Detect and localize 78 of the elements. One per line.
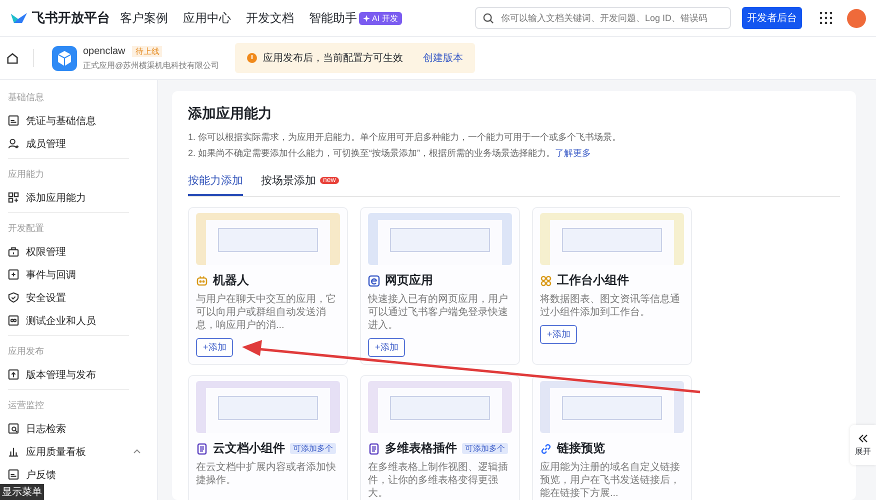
sidebar-item[interactable]: 权限管理 — [8, 240, 149, 263]
search-icon — [483, 12, 494, 24]
nav-link[interactable]: 应用中心 — [183, 10, 231, 26]
sidebar-item[interactable]: 安全设置 — [8, 286, 149, 309]
sidebar-item[interactable]: 凭证与基础信息 — [8, 109, 149, 132]
developer-console-button[interactable]: 开发者后台 — [742, 7, 802, 29]
multi-add-tag: 可添加多个 — [462, 443, 508, 454]
tab[interactable]: 按能力添加 — [188, 169, 243, 196]
logo-icon — [10, 11, 28, 25]
page-title: 添加应用能力 — [188, 105, 273, 123]
nav-link[interactable]: 智能助手 — [309, 10, 357, 26]
app-grid-icon[interactable] — [820, 12, 832, 24]
search-field[interactable]: 你可以输入文档关键词、开发问题、Log ID、错误码 — [475, 7, 731, 29]
nav-link[interactable]: 客户案例 — [120, 10, 168, 26]
app-subtitle: 正式应用@苏州横渠机电科技有限公司 — [83, 60, 220, 70]
create-version-link[interactable]: 创建版本 — [423, 51, 464, 65]
sidebar-item[interactable]: 日志检索 — [8, 417, 149, 440]
card-title: 多维表格插件 — [385, 440, 457, 457]
card-description: 将数据图表、图文资讯等信息通过小组件添加到工作台。 — [540, 293, 681, 319]
test-icon — [8, 315, 19, 326]
sidebar-group-title: 运营监控 — [8, 399, 45, 412]
home-icon[interactable] — [6, 52, 19, 64]
event-icon — [8, 269, 19, 280]
card-icon — [8, 115, 19, 126]
app-cube-icon — [52, 46, 77, 70]
grid-icon — [8, 192, 19, 203]
notice-text: 应用发布后，当前配置方可生效 — [263, 52, 404, 65]
sidebar-group-title: 应用发布 — [8, 345, 45, 358]
add-button[interactable]: +添加 — [368, 338, 406, 357]
card-title: 机器人 — [213, 272, 249, 289]
note-text: 2. 如果尚不确定需要添加什么能力，可切换至“按场景添加”，根据所需的业务场景选择能力。了解更多 — [188, 147, 592, 160]
user-avatar[interactable] — [847, 8, 866, 28]
sidebar-item[interactable]: 户反馈 — [8, 463, 149, 486]
expand-button[interactable]: 展开 — [850, 425, 876, 465]
card-description: 在多维表格上制作视图、逻辑插件，让你的多维表格变得更强大。 — [368, 461, 509, 500]
double-chevron-icon — [858, 434, 868, 442]
ai-badge: AI 开发 — [359, 12, 402, 24]
sidebar-item[interactable]: 添加应用能力 — [8, 186, 149, 209]
nav-link[interactable]: 开发文档 — [246, 10, 294, 26]
warning-icon — [247, 53, 258, 63]
log-icon — [8, 423, 19, 434]
chevron-icon[interactable] — [133, 449, 141, 454]
card-description: 在云文档中扩展内容或者添加快捷操作。 — [196, 461, 337, 487]
link-icon — [540, 442, 552, 454]
note-text: 1. 你可以根据实际需求，为应用开启能力。单个应用可开启多种能力，一个能力可用于一个或多个飞书场景。 — [188, 131, 622, 144]
sidebar-group-title: 基础信息 — [8, 91, 45, 104]
status-badge: 待上线 — [132, 46, 162, 56]
card-title: 云文档小组件 — [213, 440, 285, 457]
add-button[interactable]: +添加 — [540, 325, 578, 344]
widget-icon — [540, 274, 552, 286]
card-title: 链接预览 — [557, 440, 605, 457]
sidebar-item[interactable]: 测试企业和人员 — [8, 309, 149, 332]
sidebar-group-title: 开发配置 — [8, 222, 45, 235]
sidebar-item[interactable]: 应用质量看板 — [8, 440, 149, 463]
tooltip: 显示菜单 — [0, 484, 44, 500]
sidebar-item[interactable]: 事件与回调 — [8, 263, 149, 286]
multi-add-tag: 可添加多个 — [290, 443, 336, 454]
learn-more-link[interactable]: 了解更多 — [555, 148, 592, 158]
add-button[interactable]: +添加 — [196, 338, 234, 357]
chart-icon — [8, 446, 19, 457]
lock-icon — [8, 246, 19, 257]
sidebar-group-title: 应用能力 — [8, 168, 45, 181]
sidebar-item[interactable]: 成员管理 — [8, 132, 149, 155]
person-icon — [8, 138, 19, 149]
upload-icon — [8, 369, 19, 380]
doc-icon — [196, 442, 208, 454]
table-icon — [368, 442, 380, 454]
web-icon — [368, 274, 380, 286]
brand-name[interactable]: 飞书开放平台 — [32, 9, 110, 27]
sidebar-item[interactable]: 版本管理与发布 — [8, 363, 149, 386]
card-title: 工作台小组件 — [557, 272, 629, 289]
card-title: 网页应用 — [385, 272, 433, 289]
app-name: openclaw — [83, 46, 126, 56]
robot-icon — [196, 274, 208, 286]
card-description: 快速接入已有的网页应用，用户可以通过飞书客户端免登录快速进入。 — [368, 293, 509, 332]
card-description: 应用能为注册的域名自定义链接预览，用户在飞书发送链接后，能在链接下方展... — [540, 461, 681, 500]
card-description: 与用户在聊天中交互的应用，它可以向用户或群组自动发送消息，响应用户的消... — [196, 293, 337, 332]
shield-icon — [8, 292, 19, 303]
